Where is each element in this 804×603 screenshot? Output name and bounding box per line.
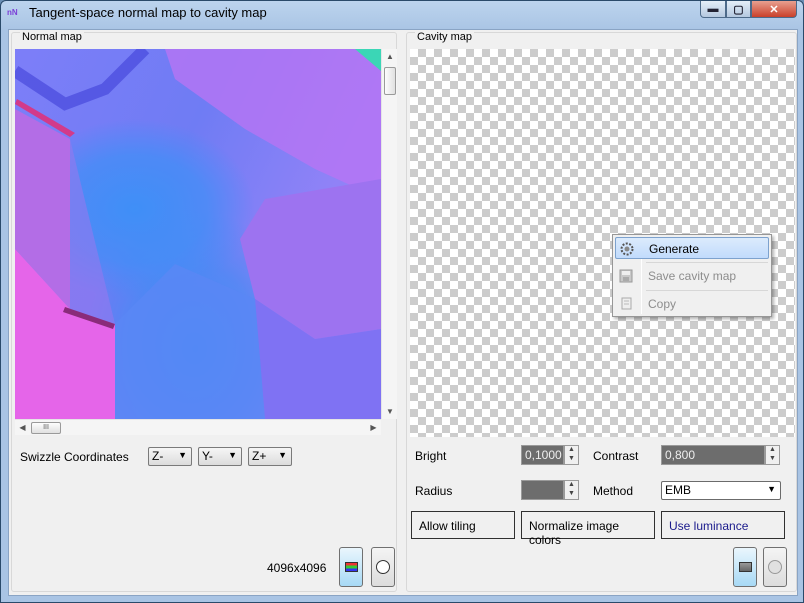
contrast-spinner[interactable]: ▲ ▼ [765, 445, 780, 465]
scroll-down-arrow-icon[interactable]: ▼ [382, 404, 398, 419]
swizzle-x-select[interactable]: Z- ▼ [148, 447, 192, 466]
circle-icon [768, 560, 782, 574]
context-menu: Generate Save cavity map Copy [612, 234, 772, 317]
menu-separator [646, 290, 768, 291]
sphere-preview-button[interactable] [763, 547, 787, 587]
vertical-scrollbar[interactable]: ▲ ▼ [381, 49, 397, 419]
color-channels-icon [345, 562, 358, 572]
chevron-down-icon: ▼ [278, 450, 287, 460]
bright-label: Bright [415, 449, 447, 463]
spin-up-icon[interactable]: ▲ [769, 446, 776, 453]
menu-item-save-cavity-map[interactable]: Save cavity map [615, 265, 769, 287]
horizontal-scrollbar[interactable]: ◀ III ▶ [15, 419, 381, 435]
radius-label: Radius [415, 484, 453, 498]
window-title: Tangent-space normal map to cavity map [29, 5, 267, 20]
maximize-button[interactable]: ▢ [726, 1, 751, 18]
sphere-view-button[interactable] [371, 547, 395, 587]
swizzle-label: Swizzle Coordinates [20, 450, 129, 464]
normal-map-label: Normal map [20, 31, 84, 43]
menu-item-generate[interactable]: Generate [615, 237, 769, 259]
minimize-button[interactable]: ▬ [700, 1, 726, 18]
contrast-label: Contrast [593, 449, 639, 463]
floppy-icon [619, 269, 633, 283]
title-bar[interactable]: nN Tangent-space normal map to cavity ma… [1, 1, 803, 25]
luminance-view-button[interactable] [733, 547, 757, 587]
swizzle-z-select[interactable]: Z+ ▼ [248, 447, 292, 466]
spin-down-icon[interactable]: ▼ [769, 455, 776, 462]
allow-tiling-toggle[interactable]: Allow tiling [411, 511, 515, 539]
contrast-input[interactable]: 0,800 [661, 445, 765, 465]
menu-item-label: Save cavity map [648, 269, 737, 283]
normal-map-group: Normal map ▲ ▼ ◀ III ▶ Swizzle Coordinat… [11, 31, 397, 592]
cavity-map-label: Cavity map [415, 31, 475, 43]
close-button[interactable]: ✕ [751, 1, 797, 18]
spin-up-icon[interactable]: ▲ [568, 446, 575, 453]
circle-icon [376, 560, 390, 574]
app-icon: nN [7, 8, 18, 17]
resolution-text: 4096x4096 [267, 561, 327, 575]
menu-item-label: Copy [648, 297, 677, 311]
grayscale-icon [739, 562, 752, 572]
menu-item-label: Generate [649, 242, 700, 256]
swizzle-y-value: Y- [202, 449, 213, 463]
vertical-scroll-thumb[interactable] [384, 67, 396, 95]
menu-item-copy[interactable]: Copy [615, 293, 769, 315]
method-label: Method [593, 484, 634, 498]
swizzle-x-value: Z- [152, 449, 164, 463]
normal-map-render [15, 49, 381, 419]
method-value: EMB [665, 483, 692, 497]
method-select[interactable]: EMB ▼ [661, 481, 781, 500]
scroll-left-arrow-icon[interactable]: ◀ [15, 420, 30, 436]
scroll-up-arrow-icon[interactable]: ▲ [382, 49, 398, 64]
menu-separator [646, 262, 768, 263]
swizzle-z-value: Z+ [252, 449, 267, 463]
chevron-down-icon: ▼ [228, 450, 237, 460]
normal-map-image[interactable] [15, 49, 381, 419]
color-view-button[interactable] [339, 547, 363, 587]
use-luminance-toggle[interactable]: Use luminance [661, 511, 785, 539]
normalize-colors-toggle[interactable]: Normalize image colors [521, 511, 655, 547]
radius-spinner[interactable]: ▲ ▼ [564, 480, 579, 500]
spin-down-icon[interactable]: ▼ [568, 455, 575, 462]
swizzle-y-select[interactable]: Y- ▼ [198, 447, 242, 466]
scroll-right-arrow-icon[interactable]: ▶ [366, 420, 381, 436]
horizontal-scroll-thumb[interactable]: III [31, 422, 61, 434]
radius-input[interactable] [521, 480, 564, 500]
chevron-down-icon: ▼ [767, 484, 776, 494]
chevron-down-icon: ▼ [178, 450, 187, 460]
copy-icon [621, 297, 632, 310]
bright-input[interactable]: 0,1000 [521, 445, 564, 465]
spin-up-icon[interactable]: ▲ [568, 481, 575, 488]
spin-down-icon[interactable]: ▼ [568, 490, 575, 497]
bright-spinner[interactable]: ▲ ▼ [564, 445, 579, 465]
gear-icon [620, 242, 634, 256]
